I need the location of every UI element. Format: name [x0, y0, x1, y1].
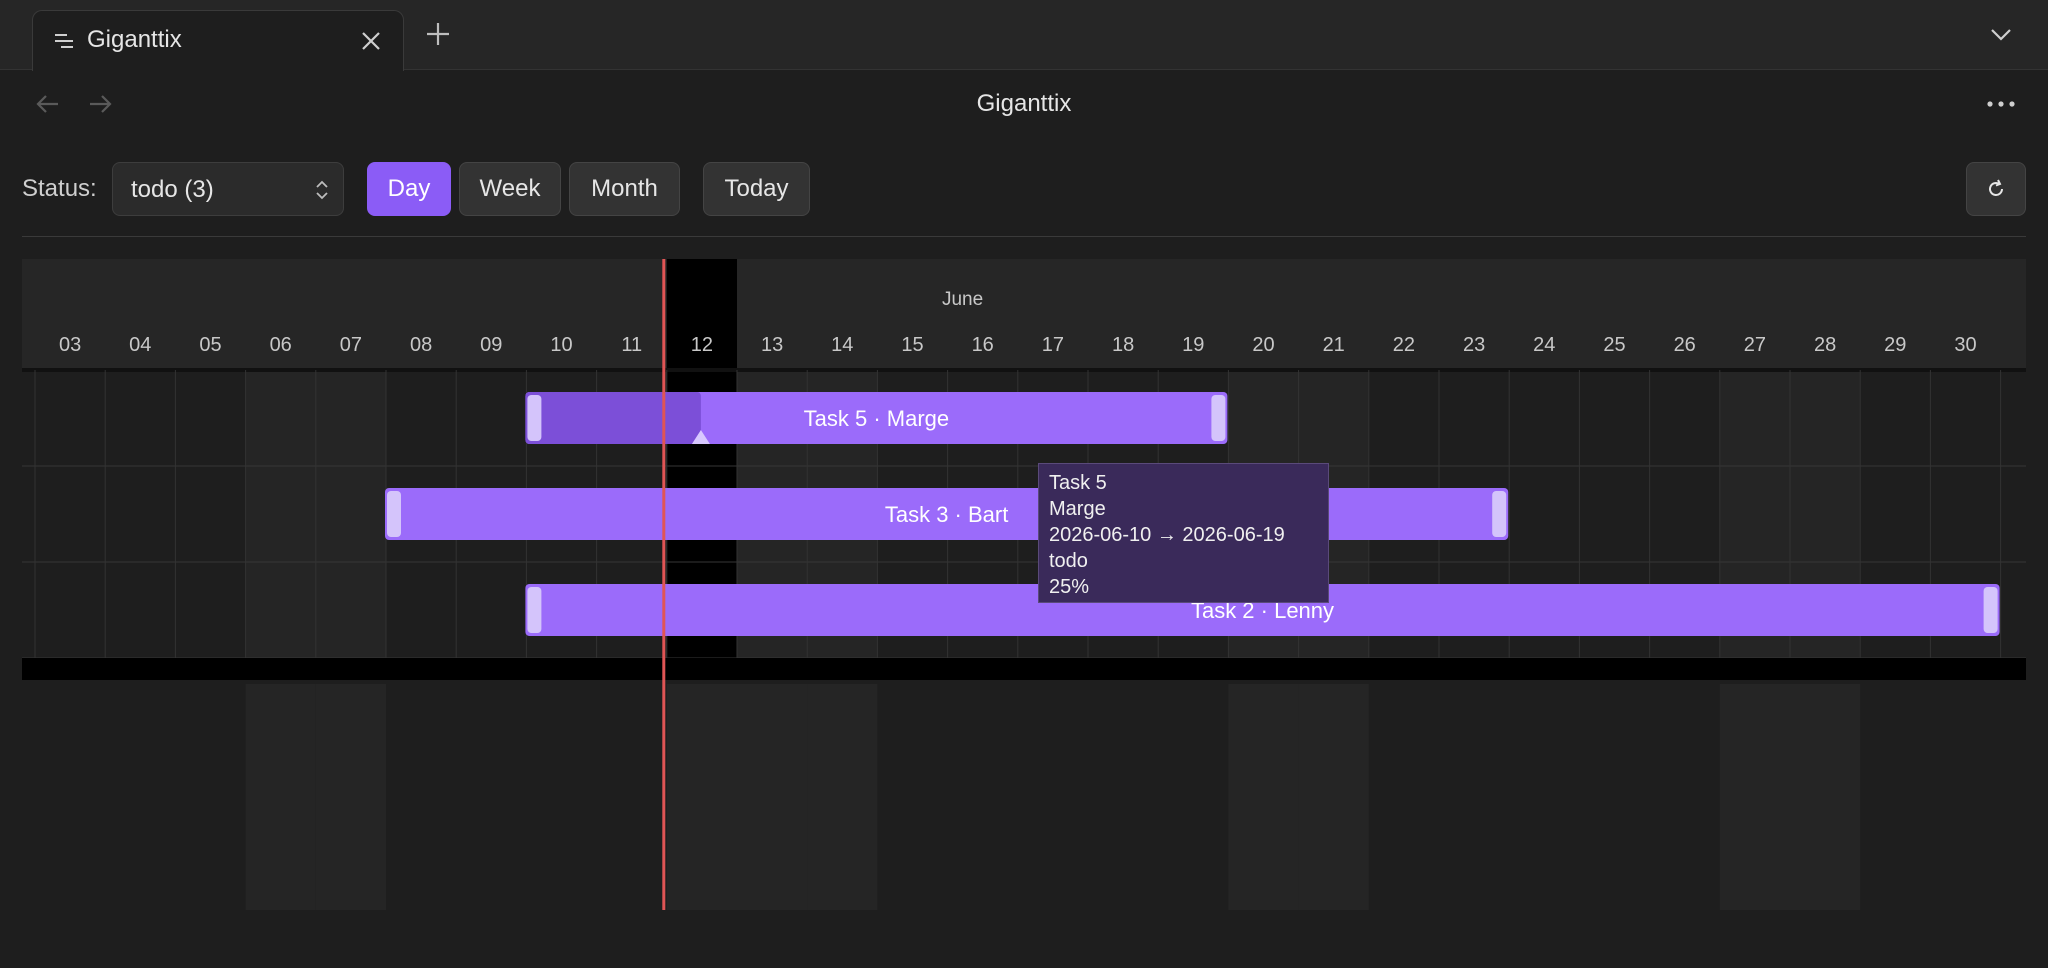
day-tick-label: 23 [1463, 334, 1485, 356]
bar-start-handle[interactable] [527, 587, 542, 633]
bar-start-handle[interactable] [387, 491, 401, 537]
tooltip-status: todo [1049, 550, 1088, 572]
today-column [666, 684, 737, 910]
gantt-empty-area [245, 684, 1861, 910]
weekend-column [807, 684, 878, 910]
tab-title: Giganttix [87, 26, 182, 53]
more-options-icon[interactable] [1984, 96, 2018, 112]
gantt-chart: June020304050607080910111213141516171819… [22, 259, 2026, 684]
chevron-down-icon[interactable] [1988, 24, 2014, 44]
day-tick-label: 25 [1603, 334, 1625, 356]
day-tick-label: 18 [1112, 334, 1134, 356]
gantt-svg: June020304050607080910111213141516171819… [22, 259, 2026, 684]
day-tick-label: 27 [1744, 334, 1766, 356]
month-label: June [942, 289, 983, 310]
weekend-column [315, 370, 386, 658]
weekend-column [245, 370, 316, 658]
day-tick-label: 21 [1323, 334, 1345, 356]
day-tick-label: 12 [691, 334, 713, 356]
chevron-up-down-icon [316, 180, 328, 200]
toolbar-divider [22, 236, 2026, 237]
close-icon[interactable] [359, 29, 383, 53]
tab-giganttix[interactable]: Giganttix [32, 10, 404, 71]
day-tick-label: 14 [831, 334, 853, 356]
weekend-column [1228, 684, 1299, 910]
list-icon [55, 34, 73, 48]
week-view-button[interactable]: Week [459, 162, 561, 216]
day-tick-label: 07 [340, 334, 362, 356]
day-tick-label: 06 [270, 334, 292, 356]
tab-bar: Giganttix [0, 0, 2048, 71]
status-label: Status: [22, 175, 97, 202]
day-tick-label: 17 [1042, 334, 1064, 356]
month-view-button[interactable]: Month [569, 162, 680, 216]
timeline-header [22, 259, 2026, 370]
day-tick-label: 13 [761, 334, 783, 356]
plus-icon[interactable] [424, 20, 452, 48]
day-tick-label: 19 [1182, 334, 1204, 356]
task-bar[interactable]: Task 5 · Marge [525, 392, 1228, 444]
weekend-column [1298, 684, 1369, 910]
task-bar[interactable]: Task 3 · Bart [385, 488, 1509, 540]
weekend-column [737, 684, 808, 910]
day-tick-label: 24 [1533, 334, 1555, 356]
task-bar-label: Task 5 · Marge [804, 406, 950, 431]
task-bar-label: Task 3 · Bart [885, 502, 1008, 527]
bar-end-handle[interactable] [1211, 395, 1226, 441]
task-tooltip: Task 5 Marge 2026-06-10 → 2026-06-19 tod… [1038, 463, 1329, 603]
day-tick-label: 04 [129, 334, 151, 356]
day-tick-label: 05 [199, 334, 221, 356]
bar-end-handle[interactable] [1983, 587, 1998, 633]
bar-end-handle[interactable] [1492, 491, 1507, 537]
weekend-column [245, 684, 316, 910]
day-tick-label: 20 [1252, 334, 1274, 356]
weekend-column [315, 684, 386, 910]
bar-start-handle[interactable] [527, 395, 542, 441]
day-tick-label: 28 [1814, 334, 1836, 356]
day-tick-label: 03 [59, 334, 81, 356]
day-tick-label: 11 [621, 334, 642, 356]
day-tick-label: 09 [480, 334, 502, 356]
day-tick-label: 26 [1674, 334, 1696, 356]
refresh-button[interactable] [1966, 162, 2026, 216]
day-tick-label: 22 [1393, 334, 1415, 356]
tooltip-assignee: Marge [1049, 498, 1106, 520]
weekend-column [1790, 684, 1861, 910]
timeline-footer [22, 658, 2026, 680]
task-progress-fill [525, 392, 701, 444]
day-tick-label: 16 [972, 334, 994, 356]
tooltip-progress: 25% [1049, 576, 1090, 598]
day-tick-label: 30 [1954, 334, 1976, 356]
status-select-value: todo (3) [131, 176, 214, 203]
day-tick-label: 10 [550, 334, 572, 356]
today-button[interactable]: Today [703, 162, 810, 216]
tooltip-title: Task 5 [1049, 472, 1107, 494]
status-select[interactable]: todo (3) [112, 162, 344, 216]
tooltip-dates: 2026-06-10 → 2026-06-19 [1049, 524, 1285, 546]
day-tick-label: 15 [901, 334, 923, 356]
page-title: Giganttix [976, 90, 1072, 117]
day-tick-label: 29 [1884, 334, 1906, 356]
refresh-icon [1989, 179, 2003, 196]
weekend-column [1719, 684, 1790, 910]
day-tick-label: 08 [410, 334, 432, 356]
day-view-button[interactable]: Day [367, 162, 451, 216]
